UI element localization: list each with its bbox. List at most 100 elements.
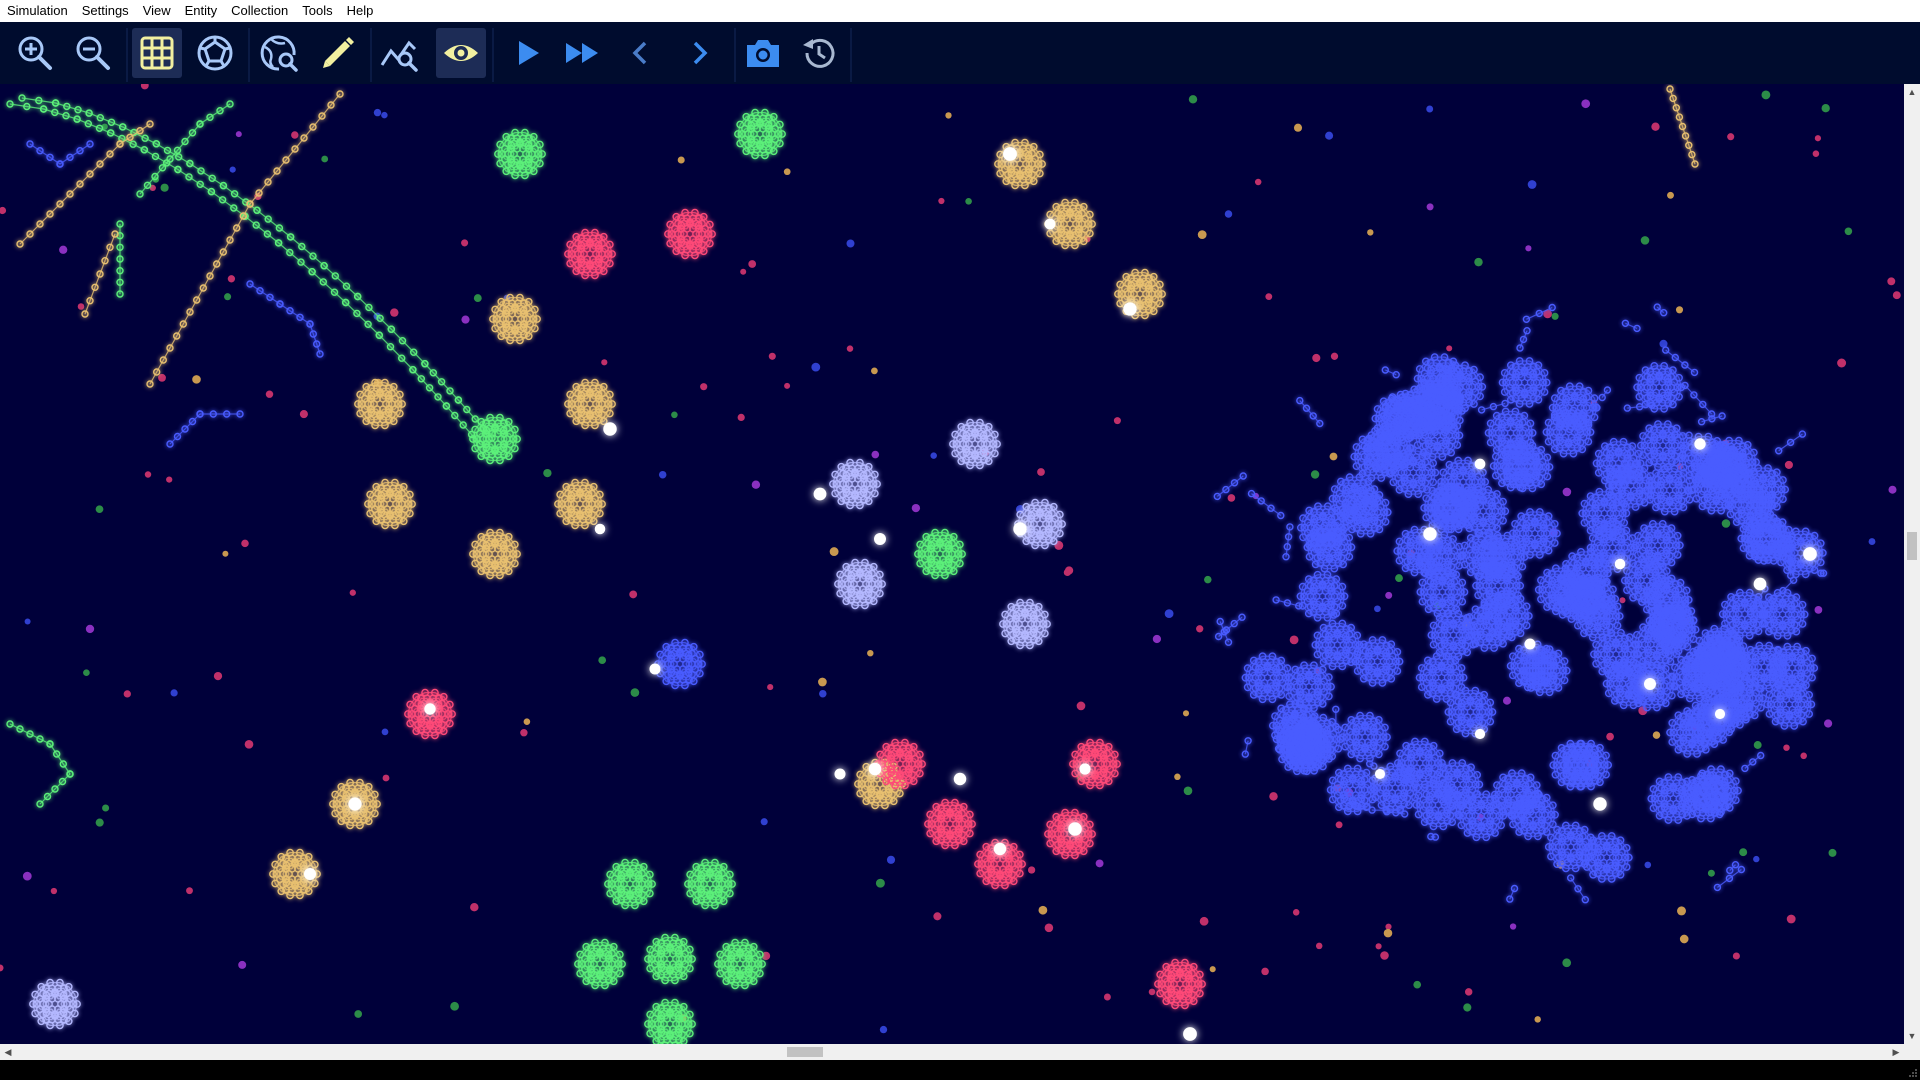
menu-collection[interactable]: Collection xyxy=(224,0,295,22)
step-forward-button[interactable] xyxy=(674,28,724,78)
particle xyxy=(1198,230,1207,239)
menu-entity[interactable]: Entity xyxy=(178,0,225,22)
particle-bond xyxy=(155,168,163,177)
particle xyxy=(930,452,936,458)
particle-bond xyxy=(279,243,290,253)
particle xyxy=(1680,935,1689,944)
particle-bond xyxy=(210,264,217,276)
particle xyxy=(1331,353,1338,360)
particle xyxy=(1269,792,1278,801)
render-toggle-button[interactable] xyxy=(436,28,486,78)
radial-monitor-icon xyxy=(195,33,235,73)
menu-settings[interactable]: Settings xyxy=(75,0,136,22)
particle xyxy=(1311,470,1319,478)
particle xyxy=(1413,981,1421,989)
particle xyxy=(700,383,707,390)
step-back-button[interactable] xyxy=(616,28,666,78)
particle xyxy=(1525,245,1531,251)
particle-bond xyxy=(455,416,463,426)
particle xyxy=(1581,99,1590,108)
particle-bond xyxy=(304,127,313,138)
particle xyxy=(1384,929,1393,938)
particle-bond xyxy=(144,150,155,157)
simulation-canvas[interactable] xyxy=(0,84,1904,1044)
particle xyxy=(678,156,685,163)
particle-bond xyxy=(30,224,40,234)
toolbar-separator xyxy=(370,28,372,82)
particle xyxy=(383,775,390,782)
snapshot-button[interactable] xyxy=(738,28,788,78)
inspect-button[interactable] xyxy=(254,28,304,78)
particle xyxy=(767,684,773,690)
particle xyxy=(470,903,478,911)
particle xyxy=(598,656,606,664)
restore-snapshot-button[interactable] xyxy=(794,28,844,78)
particle-bond xyxy=(193,124,201,133)
particle xyxy=(1039,906,1048,915)
particle-bond xyxy=(421,379,429,388)
grid-toggle-button[interactable] xyxy=(132,28,182,78)
particle xyxy=(0,207,6,214)
particle-bond xyxy=(259,182,268,193)
particle xyxy=(1184,786,1193,795)
chart-search-icon xyxy=(379,33,419,73)
particle-bond xyxy=(50,204,60,214)
particle xyxy=(51,888,57,894)
particle-bond xyxy=(322,105,331,116)
menu-view[interactable]: View xyxy=(136,0,178,22)
particle xyxy=(1265,293,1272,300)
play-button[interactable] xyxy=(502,28,552,78)
particle-bond xyxy=(197,288,204,300)
menu-simulation[interactable]: Simulation xyxy=(0,0,75,22)
particle xyxy=(1189,95,1197,103)
particle xyxy=(671,411,678,418)
particle-bond xyxy=(110,144,120,154)
particle xyxy=(390,308,398,316)
particle xyxy=(1822,104,1830,112)
statistics-button[interactable] xyxy=(374,28,424,78)
particle xyxy=(1336,821,1343,828)
particle-bond xyxy=(442,382,450,391)
particle xyxy=(1813,150,1820,157)
particle-bond xyxy=(70,184,80,194)
particle-bond xyxy=(430,388,438,397)
particle xyxy=(1204,576,1212,584)
radial-monitor-button[interactable] xyxy=(190,28,240,78)
particle xyxy=(291,131,298,138)
toolbar-separator xyxy=(248,28,250,82)
particle-bond xyxy=(438,397,446,406)
particle-bond xyxy=(291,237,302,247)
particle xyxy=(818,678,827,687)
particle xyxy=(965,198,972,205)
edit-mode-button[interactable] xyxy=(312,28,362,78)
particle xyxy=(1552,313,1559,320)
particle xyxy=(1426,106,1433,113)
particle-bond xyxy=(223,186,234,194)
particle xyxy=(740,269,746,275)
step-back-icon xyxy=(621,33,661,73)
particle xyxy=(748,260,756,268)
particle xyxy=(752,480,760,488)
menu-help[interactable]: Help xyxy=(340,0,381,22)
particle xyxy=(59,246,67,254)
particle xyxy=(1293,909,1300,916)
particle xyxy=(1367,229,1373,235)
particle xyxy=(1330,453,1338,461)
particle xyxy=(350,590,356,596)
particle xyxy=(86,625,94,633)
zoom-in-button[interactable] xyxy=(10,28,60,78)
zoom-out-button[interactable] xyxy=(68,28,118,78)
particle xyxy=(1893,291,1901,299)
particle-bond xyxy=(433,373,441,382)
menu-tools[interactable]: Tools xyxy=(295,0,339,22)
particle xyxy=(601,359,607,365)
simulation-viewport[interactable] xyxy=(0,84,1904,1044)
particle xyxy=(1037,468,1045,476)
fast-forward-button[interactable] xyxy=(558,28,608,78)
global-search-icon xyxy=(259,33,299,73)
particle xyxy=(867,650,873,656)
particle xyxy=(1045,924,1054,933)
particle xyxy=(871,368,878,375)
toolbar xyxy=(0,22,1920,84)
particle xyxy=(1312,354,1320,362)
